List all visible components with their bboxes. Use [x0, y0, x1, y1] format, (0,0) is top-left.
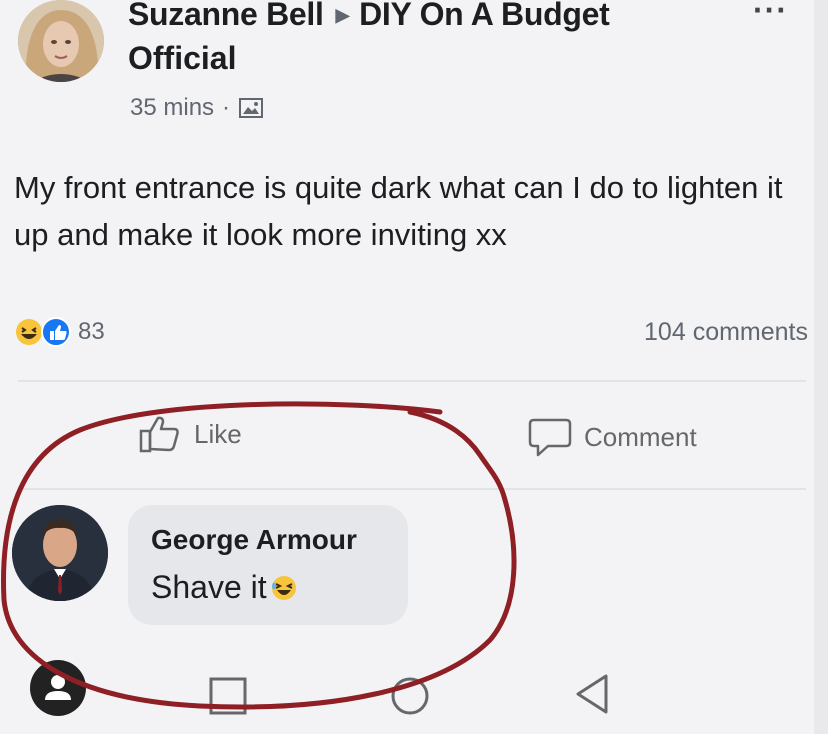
speech-bubble-icon — [528, 418, 572, 457]
meta-separator: · — [222, 94, 231, 121]
reaction-count: 83 — [78, 318, 105, 345]
circle-icon[interactable] — [388, 674, 432, 718]
account-glyph — [45, 675, 71, 700]
screenshot-frame: Suzanne Bell ▶ DIY On A Budget Official ··… — [0, 0, 828, 734]
comment-text: Shave it — [151, 569, 267, 605]
annotation-circle — [1, 401, 517, 710]
group-name[interactable]: DIY On A Budget — [359, 0, 610, 32]
thumbs-up-icon — [139, 416, 179, 453]
square-icon[interactable] — [208, 676, 248, 716]
poster-name[interactable]: Suzanne Bell — [128, 0, 324, 32]
more-options-button[interactable]: ··· — [753, 0, 788, 29]
edge-shade — [814, 0, 828, 734]
like-button[interactable]: Like — [138, 414, 242, 454]
like-reaction-icon — [41, 317, 71, 347]
back-triangle-icon[interactable] — [574, 672, 610, 716]
account-icon[interactable] — [30, 660, 86, 716]
post-time[interactable]: 35 mins — [130, 94, 214, 122]
photo-icon — [239, 98, 264, 118]
reactions-summary[interactable]: 83 — [14, 316, 105, 348]
post-meta: 35 mins · — [130, 94, 264, 122]
comment-count[interactable]: 104 comments — [644, 318, 808, 347]
right-arrow-icon: ▶ — [335, 5, 350, 25]
poster-avatar[interactable] — [18, 0, 104, 82]
comment-label: Comment — [584, 421, 697, 452]
divider-top — [18, 380, 806, 382]
comment-bubble[interactable] — [128, 505, 408, 625]
comment-button[interactable]: Comment — [528, 416, 697, 458]
group-name-continued[interactable]: Official — [128, 40, 236, 77]
commenter-avatar[interactable] — [12, 505, 108, 601]
laughing-emoji-icon — [271, 575, 296, 600]
commenter-avatar-image — [12, 505, 108, 601]
post-header: Suzanne Bell ▶ DIY On A Budget — [128, 0, 610, 33]
comment-author[interactable]: George Armour — [151, 524, 357, 556]
comment-content: Shave it — [151, 569, 299, 606]
post-body: My front entrance is quite dark what can… — [14, 170, 783, 252]
poster-avatar-image — [18, 0, 104, 82]
divider-bottom — [18, 488, 806, 490]
like-label: Like — [194, 418, 242, 449]
